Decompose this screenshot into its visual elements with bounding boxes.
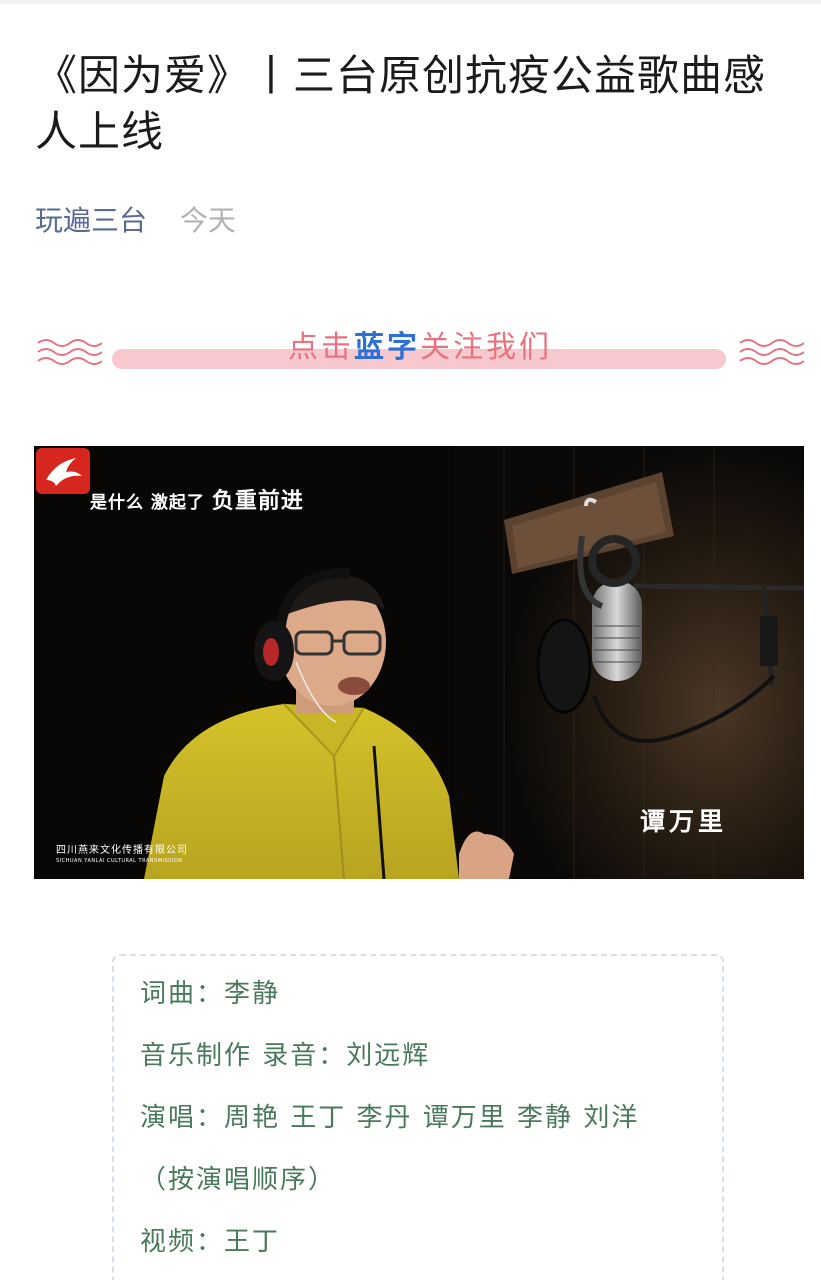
credit-line: 演唱：周艳 王丁 李丹 谭万里 李静 刘洋: [140, 1103, 640, 1133]
credit-line: 词曲：李静: [140, 979, 281, 1009]
studio-name-en: SICHUAN YANLAI CULTURAL TRANSMISSION: [56, 858, 183, 864]
studio-name: 四川燕来文化传播有限公司: [56, 845, 188, 856]
follow-prefix: 点击: [288, 330, 354, 365]
follow-us-text: 点击蓝字关注我们: [36, 328, 804, 368]
follow-suffix: 关注我们: [420, 330, 552, 365]
credit-line: 视频：王丁: [140, 1227, 281, 1257]
follow-us-banner[interactable]: 点击蓝字关注我们: [36, 320, 804, 380]
follow-highlight: 蓝字: [354, 330, 420, 365]
singer-name-caption: 谭万里: [640, 807, 728, 836]
wave-decoration-icon: [739, 339, 804, 365]
top-divider: [0, 0, 821, 4]
article-title: 《因为爱》丨三台原创抗疫公益歌曲感人上线: [35, 51, 767, 156]
account-name-link[interactable]: 玩遍三台: [35, 204, 147, 237]
music-video-still[interactable]: 是什么 激起了 负重前进 谭万里 四川燕来文化传播有限公司 SICHUAN YA…: [34, 446, 804, 879]
swallow-logo-icon: [36, 448, 90, 494]
lyric-small-text: 是什么 激起了: [90, 493, 205, 513]
credit-line: （按演唱顺序）: [140, 1165, 337, 1195]
credit-line: 音乐制作 录音：刘远辉: [140, 1041, 431, 1071]
publish-date: 今天: [179, 204, 236, 237]
song-credits-box: 词曲：李静 音乐制作 录音：刘远辉 演唱：周艳 王丁 李丹 谭万里 李静 刘洋 …: [112, 954, 724, 1280]
video-lyric-subtitle: 是什么 激起了 负重前进: [90, 490, 304, 515]
lyric-big-text: 负重前进: [211, 489, 304, 514]
article-meta: 玩遍三台 今天: [35, 203, 236, 239]
